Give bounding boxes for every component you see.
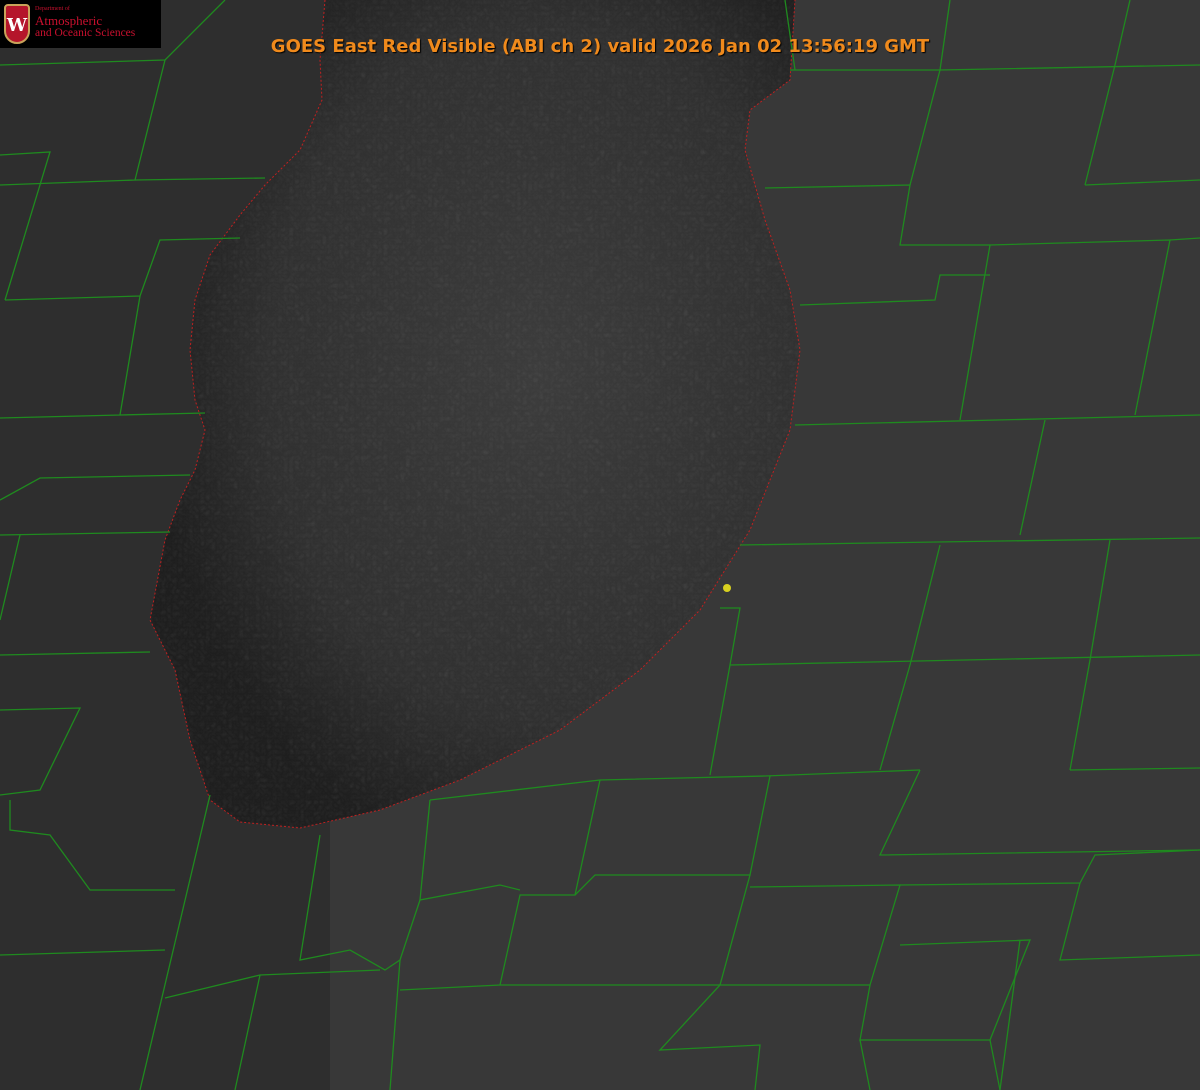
image-title: GOES East Red Visible (ABI ch 2) valid 2… (0, 36, 1200, 57)
satellite-image-viewer: W Department of Atmospheric and Oceanic … (0, 0, 1200, 1090)
satellite-map (0, 0, 1200, 1090)
location-marker (723, 584, 731, 592)
logo-line-1: Department of (35, 6, 70, 12)
